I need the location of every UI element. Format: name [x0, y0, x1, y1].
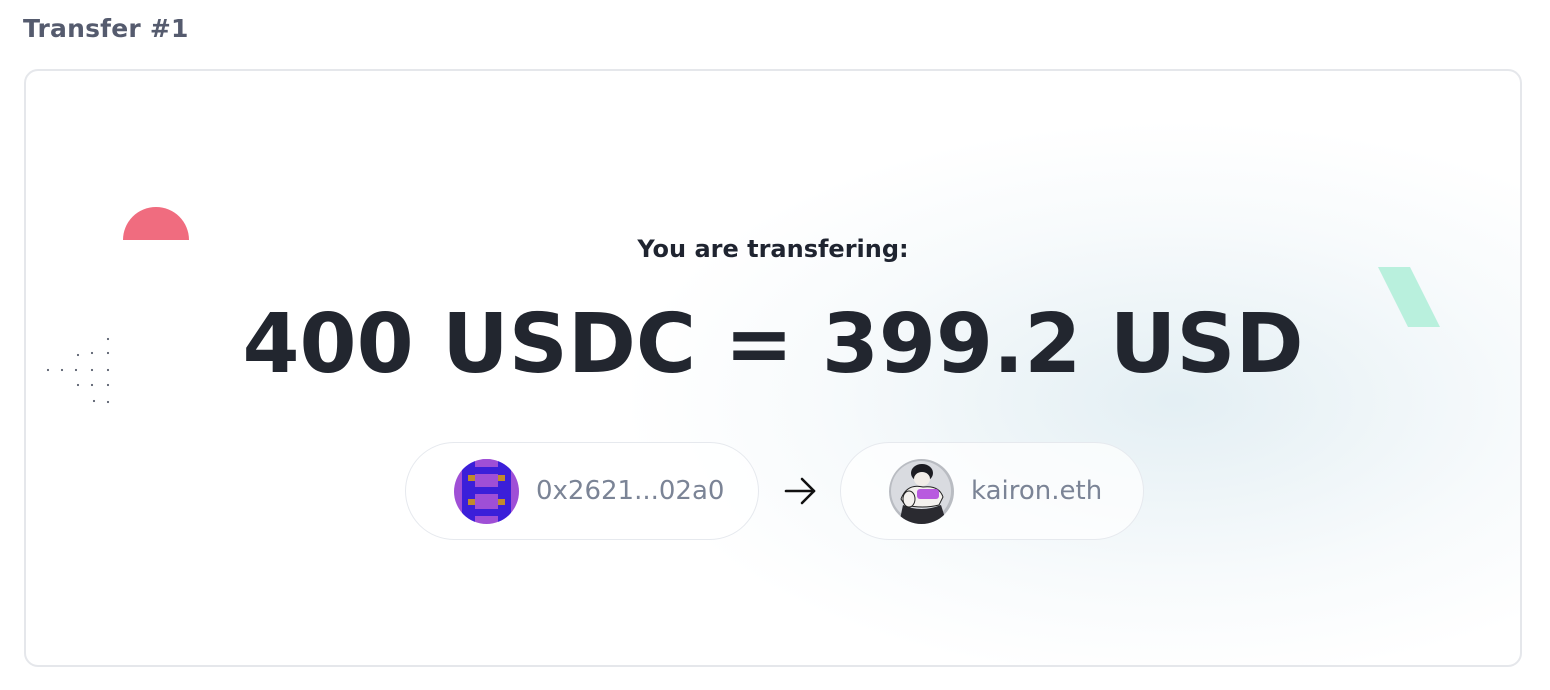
sender-address: 0x2621...02a0: [536, 476, 725, 506]
arrow-right-icon: [784, 477, 816, 505]
transfer-prompt: You are transfering:: [637, 235, 909, 263]
transfer-heading: Transfer #1: [23, 14, 189, 43]
sender-chip[interactable]: 0x2621...02a0: [405, 442, 759, 540]
profile-photo-avatar: [889, 458, 954, 524]
pixel-identicon-avatar: [454, 458, 519, 524]
recipient-chip[interactable]: kairon.eth: [840, 442, 1144, 540]
transfer-amount: 400 USDC = 399.2 USD: [242, 297, 1304, 392]
recipient-name: kairon.eth: [971, 476, 1103, 506]
transfer-summary-card: You are transfering: 400 USDC = 399.2 US…: [24, 69, 1522, 667]
